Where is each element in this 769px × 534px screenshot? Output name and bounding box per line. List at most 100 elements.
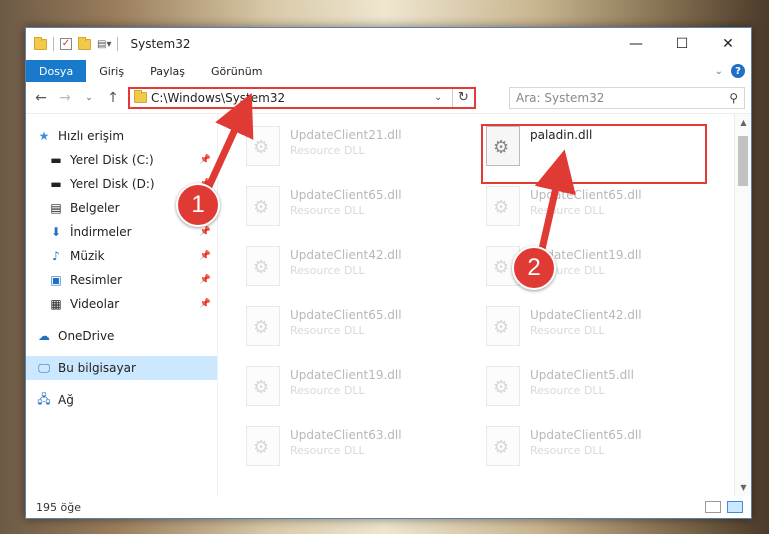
file-list: UpdateClient21.dll Resource DLL UpdateCli…: [218, 114, 751, 496]
tab-view[interactable]: Görünüm: [198, 60, 276, 82]
sidebar-item-network[interactable]: 🖧 Ağ: [26, 388, 217, 412]
file-name: UpdateClient19.dll: [290, 368, 402, 382]
sidebar-item-label: Bu bilgisayar: [58, 361, 136, 375]
back-button[interactable]: ←: [32, 90, 50, 106]
minimize-button[interactable]: —: [613, 28, 659, 60]
tab-file[interactable]: Dosya: [26, 60, 87, 82]
pin-icon: 📌: [199, 275, 211, 285]
separator: [53, 37, 54, 51]
pin-icon: 📌: [199, 227, 211, 237]
navigation-pane: ★ Hızlı erişim ▬ Yerel Disk (C:) 📌 ▬ Yer…: [26, 114, 218, 496]
item-count: 195 öğe: [36, 500, 81, 514]
folder-icon: [134, 90, 147, 103]
sidebar-item-label: Müzik: [70, 249, 105, 263]
navigation-bar: ← → ⌄ ↑ C:\Windows\System32 ⌄ ↻ Ara: Sys…: [26, 82, 751, 114]
up-button[interactable]: ↑: [104, 90, 122, 106]
dll-file-icon: [486, 366, 520, 406]
search-input[interactable]: Ara: System32 ⚲: [509, 86, 745, 109]
sidebar-item-pictures[interactable]: ▣ Resimler 📌: [26, 268, 217, 292]
refresh-button[interactable]: ↻: [452, 88, 474, 107]
sidebar-item-onedrive[interactable]: ☁ OneDrive: [26, 324, 217, 348]
address-bar[interactable]: C:\Windows\System32 ⌄ ↻: [128, 86, 476, 109]
computer-icon: 🖵: [38, 360, 50, 375]
pin-icon: 📌: [199, 251, 211, 261]
sidebar-item-label: Ağ: [58, 393, 74, 407]
forward-button[interactable]: →: [56, 90, 74, 106]
sidebar-item-label: OneDrive: [58, 329, 115, 343]
star-icon: ★: [38, 129, 50, 143]
file-item[interactable]: UpdateClient63.dll Resource DLL: [246, 426, 446, 472]
details-view-button[interactable]: [705, 501, 721, 513]
tab-share[interactable]: Paylaş: [137, 60, 198, 82]
file-description: Resource DLL: [530, 384, 605, 397]
new-folder-icon[interactable]: [78, 36, 91, 50]
search-icon[interactable]: ⚲: [729, 91, 738, 105]
dll-file-icon: [246, 186, 280, 226]
properties-icon[interactable]: ✓: [60, 38, 72, 50]
drive-icon: ▬: [50, 177, 62, 191]
dll-file-icon: [246, 426, 280, 466]
address-path[interactable]: C:\Windows\System32: [151, 91, 430, 105]
close-button[interactable]: ✕: [705, 28, 751, 60]
scroll-up-icon[interactable]: ▲: [735, 118, 751, 127]
highlight-box: [481, 124, 707, 184]
file-name: UpdateClient65.dll: [530, 188, 642, 202]
file-name: UpdateClient42.dll: [530, 308, 642, 322]
dll-file-icon: [246, 126, 280, 166]
file-item[interactable]: UpdateClient65.dll Resource DLL: [486, 426, 686, 472]
file-item[interactable]: UpdateClient21.dll Resource DLL: [246, 126, 446, 172]
cloud-icon: ☁: [38, 329, 50, 343]
status-bar: 195 öğe: [26, 496, 751, 518]
help-icon[interactable]: ?: [731, 64, 745, 78]
dll-file-icon: [486, 186, 520, 226]
separator: [117, 37, 119, 51]
file-description: Resource DLL: [530, 204, 605, 217]
file-item[interactable]: UpdateClient42.dll Resource DLL: [486, 306, 686, 352]
sidebar-item-label: Hızlı erişim: [58, 129, 125, 143]
download-icon: ⬇: [50, 225, 62, 239]
sidebar-item-quick-access[interactable]: ★ Hızlı erişim: [26, 124, 217, 148]
tiles-view-button[interactable]: [727, 501, 743, 513]
scroll-down-icon[interactable]: ▼: [735, 483, 751, 492]
sidebar-item-drive-c[interactable]: ▬ Yerel Disk (C:) 📌: [26, 148, 217, 172]
vertical-scrollbar[interactable]: ▲ ▼: [734, 114, 751, 496]
sidebar-item-this-pc[interactable]: 🖵 Bu bilgisayar: [26, 356, 217, 380]
recent-locations-icon[interactable]: ⌄: [80, 93, 98, 103]
address-dropdown-icon[interactable]: ⌄: [434, 92, 448, 103]
file-name: UpdateClient65.dll: [530, 428, 642, 442]
dll-file-icon: [246, 306, 280, 346]
dll-file-icon: [486, 306, 520, 346]
file-description: Resource DLL: [530, 444, 605, 457]
file-description: Resource DLL: [290, 204, 365, 217]
file-item[interactable]: UpdateClient65.dll Resource DLL: [246, 186, 446, 232]
sidebar-item-label: Yerel Disk (D:): [70, 177, 155, 191]
sidebar-item-label: Resimler: [70, 273, 123, 287]
file-description: Resource DLL: [290, 324, 365, 337]
sidebar-item-videos[interactable]: ▦ Videolar 📌: [26, 292, 217, 316]
network-icon: 🖧: [37, 391, 51, 406]
sidebar-item-label: İndirmeler: [70, 225, 132, 239]
pin-icon: 📌: [199, 299, 211, 309]
file-name: UpdateClient42.dll: [290, 248, 402, 262]
file-item[interactable]: UpdateClient19.dll Resource DLL: [246, 366, 446, 412]
sidebar-item-label: Yerel Disk (C:): [70, 153, 154, 167]
file-item[interactable]: UpdateClient42.dll Resource DLL: [246, 246, 446, 292]
sidebar-item-music[interactable]: ♪ Müzik 📌: [26, 244, 217, 268]
expand-ribbon-icon[interactable]: ⌄: [715, 66, 723, 77]
file-item[interactable]: UpdateClient5.dll Resource DLL: [486, 366, 686, 412]
scrollbar-thumb[interactable]: [738, 136, 748, 186]
maximize-button[interactable]: ☐: [659, 28, 705, 60]
file-name: UpdateClient63.dll: [290, 428, 402, 442]
documents-icon: ▤: [50, 201, 62, 215]
customize-toolbar-icon[interactable]: ▤▾: [97, 39, 111, 50]
pictures-icon: ▣: [50, 273, 62, 287]
file-item[interactable]: UpdateClient65.dll Resource DLL: [486, 186, 686, 232]
file-item[interactable]: UpdateClient65.dll Resource DLL: [246, 306, 446, 352]
quick-access-toolbar: ✓ ▤▾ System32: [34, 36, 191, 51]
file-name: UpdateClient65.dll: [290, 188, 402, 202]
file-name: UpdateClient5.dll: [530, 368, 634, 382]
tab-home[interactable]: Giriş: [86, 60, 138, 82]
explorer-window: ✓ ▤▾ System32 — ☐ ✕ Dosya Giriş Paylaş G…: [25, 27, 752, 519]
video-icon: ▦: [50, 297, 62, 311]
file-description: Resource DLL: [290, 444, 365, 457]
